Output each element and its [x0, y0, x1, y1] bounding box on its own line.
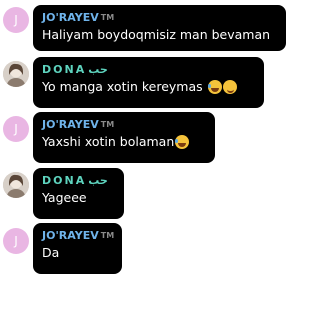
avatar[interactable]: J: [3, 228, 29, 254]
message-text-content: Yo manga xotin kereymas: [42, 79, 203, 94]
message-text: Haliyam boydoqmisiz man bevaman: [42, 27, 271, 42]
sender-name-text: JO'RAYEV: [42, 11, 99, 24]
message-text: Yaxshi xotin bolaman: [42, 134, 190, 149]
sender-tag: TM: [100, 13, 115, 22]
sender-name-text: DONA: [42, 63, 87, 76]
message-bubble[interactable]: JO'RAYEV TM Da: [33, 223, 122, 274]
avatar[interactable]: [3, 61, 29, 87]
message-bubble[interactable]: JO'RAYEV TM Yaxshi xotin bolaman: [33, 112, 215, 163]
sender-suffix: حب: [88, 63, 108, 76]
grinning-sweat-emoji: [175, 135, 190, 149]
sender-name-text: JO'RAYEV: [42, 118, 99, 131]
avatar[interactable]: [3, 172, 29, 198]
message-text: Yageee: [42, 190, 87, 205]
wink-emoji: [222, 80, 237, 94]
message-text: Yo manga xotin kereymas: [42, 79, 237, 94]
sender-name[interactable]: JO'RAYEV TM: [42, 229, 114, 243]
sender-name-text: JO'RAYEV: [42, 229, 99, 242]
sender-tag: TM: [100, 231, 115, 240]
avatar[interactable]: J: [3, 116, 29, 142]
user-photo-icon: [3, 172, 29, 198]
message-bubble[interactable]: JO'RAYEV TM Haliyam boydoqmisiz man bevam…: [33, 5, 286, 51]
message-bubble[interactable]: DONA حب Yo manga xotin kereymas: [33, 57, 264, 108]
sender-tag: TM: [100, 120, 115, 129]
message-bubble[interactable]: DONA حب Yageee: [33, 168, 124, 219]
avatar[interactable]: J: [3, 7, 29, 33]
sender-name[interactable]: DONA حب: [42, 174, 108, 188]
sender-name[interactable]: JO'RAYEV TM: [42, 118, 114, 132]
sender-suffix: حب: [88, 174, 108, 187]
sender-name[interactable]: DONA حب: [42, 63, 108, 77]
sender-name-text: DONA: [42, 174, 87, 187]
user-photo-icon: [3, 61, 29, 87]
sender-name[interactable]: JO'RAYEV TM: [42, 11, 114, 25]
message-text: Da: [42, 245, 60, 260]
grinning-sweat-emoji: [207, 80, 222, 94]
message-text-content: Yaxshi xotin bolaman: [42, 134, 175, 149]
